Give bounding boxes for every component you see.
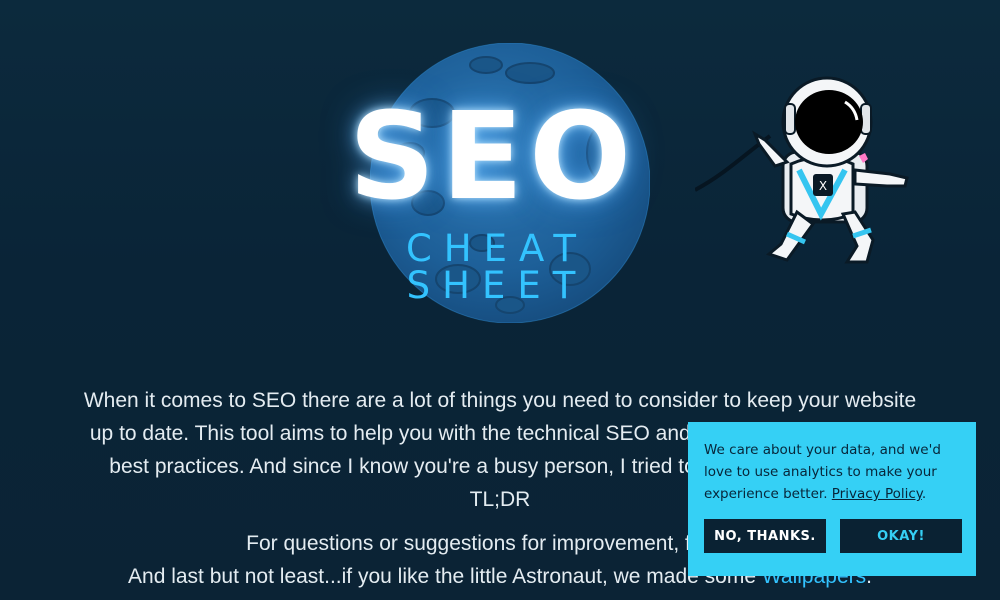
astronaut-icon: X xyxy=(695,76,909,264)
privacy-policy-link[interactable]: Privacy Policy xyxy=(832,486,922,502)
page-title: SEO xyxy=(348,88,638,227)
cookie-banner: We care about your data, and we'd love t… xyxy=(688,422,976,576)
accept-button[interactable]: OKAY! xyxy=(840,519,962,553)
decline-button[interactable]: NO, THANKS. xyxy=(704,519,826,553)
cookie-buttons: NO, THANKS. OKAY! xyxy=(704,519,962,553)
cookie-text: We care about your data, and we'd love t… xyxy=(704,439,960,505)
page-subtitle: CHEAT SHEET xyxy=(405,227,589,307)
svg-text:X: X xyxy=(819,179,827,193)
hero: SEO CHEAT SHEET X xyxy=(0,0,1000,360)
contact-line: For questions or suggestions for improve… xyxy=(246,532,754,555)
cookie-text-end: . xyxy=(921,486,927,502)
wallpaper-line-prefix: And last but not least...if you like the… xyxy=(128,565,762,588)
